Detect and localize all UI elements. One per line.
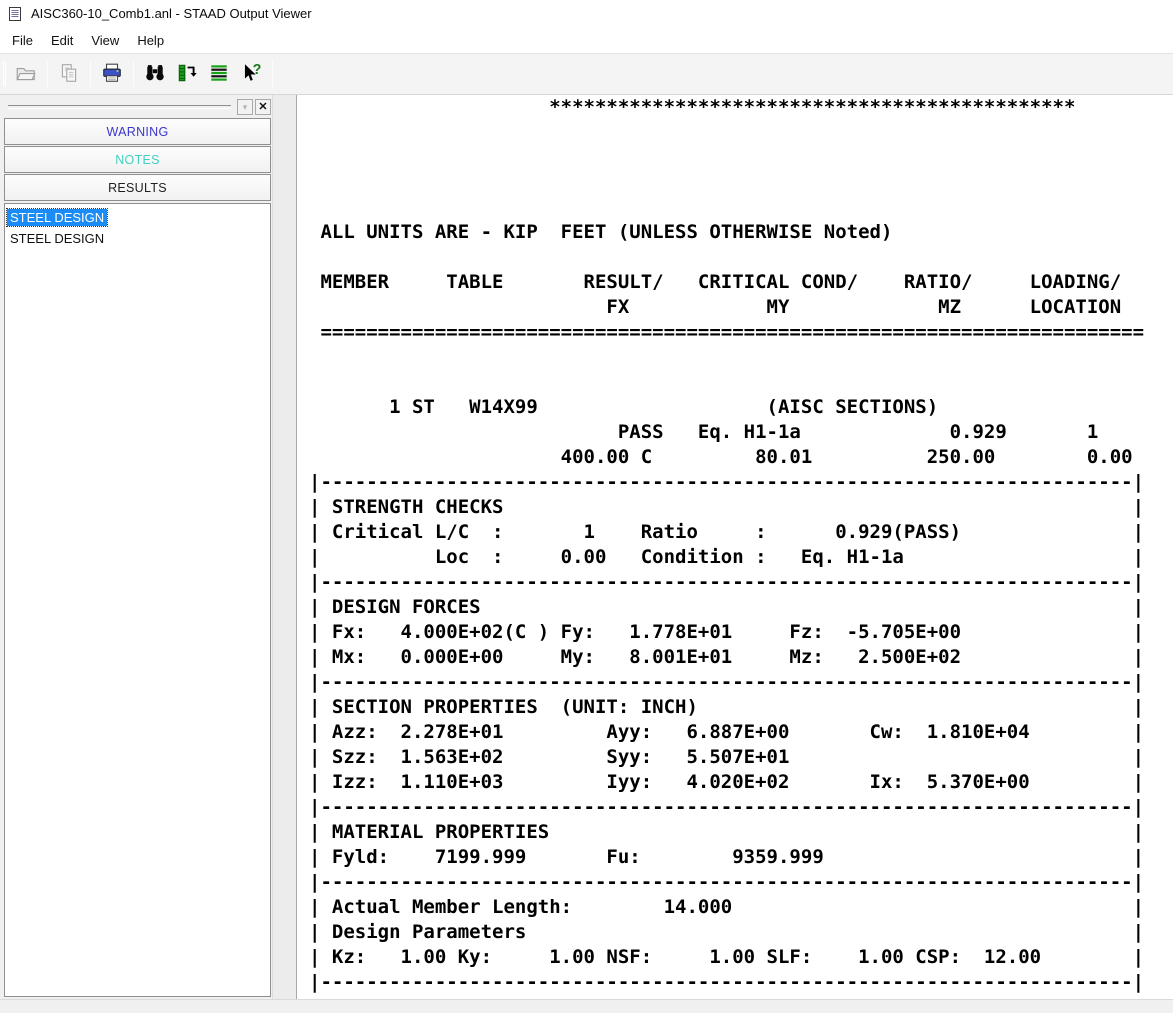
document-icon [7,6,23,22]
sidebar-groove [8,105,231,109]
svg-text:?: ? [253,62,262,78]
sidebar-header: ▾ ✕ [4,98,271,116]
toolbar-gripper[interactable] [3,61,6,87]
title-bar: AISC360-10_Comb1.anl - STAAD Output View… [0,0,1173,27]
toolbar-separator [272,61,273,87]
toolbar: ? [0,53,1173,95]
warning-section-label: WARNING [106,124,169,139]
goto-page-icon [176,62,198,87]
output-text: ****************************************… [309,96,1145,993]
status-bar [0,999,1173,1013]
results-section-label: RESULTS [108,180,167,195]
tree-item-label: STEEL DESIGN [10,231,105,246]
tree-item-steel-design[interactable]: STEEL DESIGN [7,228,268,249]
results-section-button[interactable]: RESULTS [4,174,271,201]
staad-output-viewer-window: AISC360-10_Comb1.anl - STAAD Output View… [0,0,1173,1013]
notes-section-button[interactable]: NOTES [4,146,271,173]
sidebar-close-button[interactable]: ✕ [255,99,271,115]
notes-section-label: NOTES [115,152,160,167]
main-area: ▾ ✕ WARNING NOTES RESULTS STEEL DESIGN S… [0,95,1173,999]
report-button[interactable] [204,59,234,89]
menu-help[interactable]: Help [128,30,173,51]
context-help-button[interactable]: ? [236,59,266,89]
find-binoculars-icon [144,62,166,87]
window-title: AISC360-10_Comb1.anl - STAAD Output View… [31,6,312,21]
open-folder-icon [15,62,37,87]
toolbar-separator [47,61,48,87]
copy-icon [58,62,80,87]
print-button[interactable] [97,59,127,89]
chevron-down-icon: ▾ [242,101,248,112]
toolbar-separator [133,61,134,87]
find-button[interactable] [140,59,170,89]
context-help-icon: ? [240,62,262,87]
tree-item-steel-design-selected[interactable]: STEEL DESIGN [5,207,268,228]
sidebar-dropdown-button[interactable]: ▾ [237,99,253,115]
output-view[interactable]: ****************************************… [296,95,1173,999]
print-icon [101,62,123,87]
menu-edit[interactable]: Edit [42,30,82,51]
copy-button[interactable] [54,59,84,89]
menu-view[interactable]: View [82,30,128,51]
results-tree: STEEL DESIGN STEEL DESIGN [4,203,271,997]
sidebar-panel: ▾ ✕ WARNING NOTES RESULTS STEEL DESIGN S… [0,95,272,999]
open-button[interactable] [11,59,41,89]
menu-file[interactable]: File [3,30,42,51]
warning-section-button[interactable]: WARNING [4,118,271,145]
close-icon: ✕ [258,100,268,113]
menu-bar: File Edit View Help [0,27,1173,53]
goto-page-button[interactable] [172,59,202,89]
report-list-icon [208,62,230,87]
toolbar-separator [90,61,91,87]
splitter[interactable] [272,95,296,999]
tree-item-label: STEEL DESIGN [5,208,109,227]
